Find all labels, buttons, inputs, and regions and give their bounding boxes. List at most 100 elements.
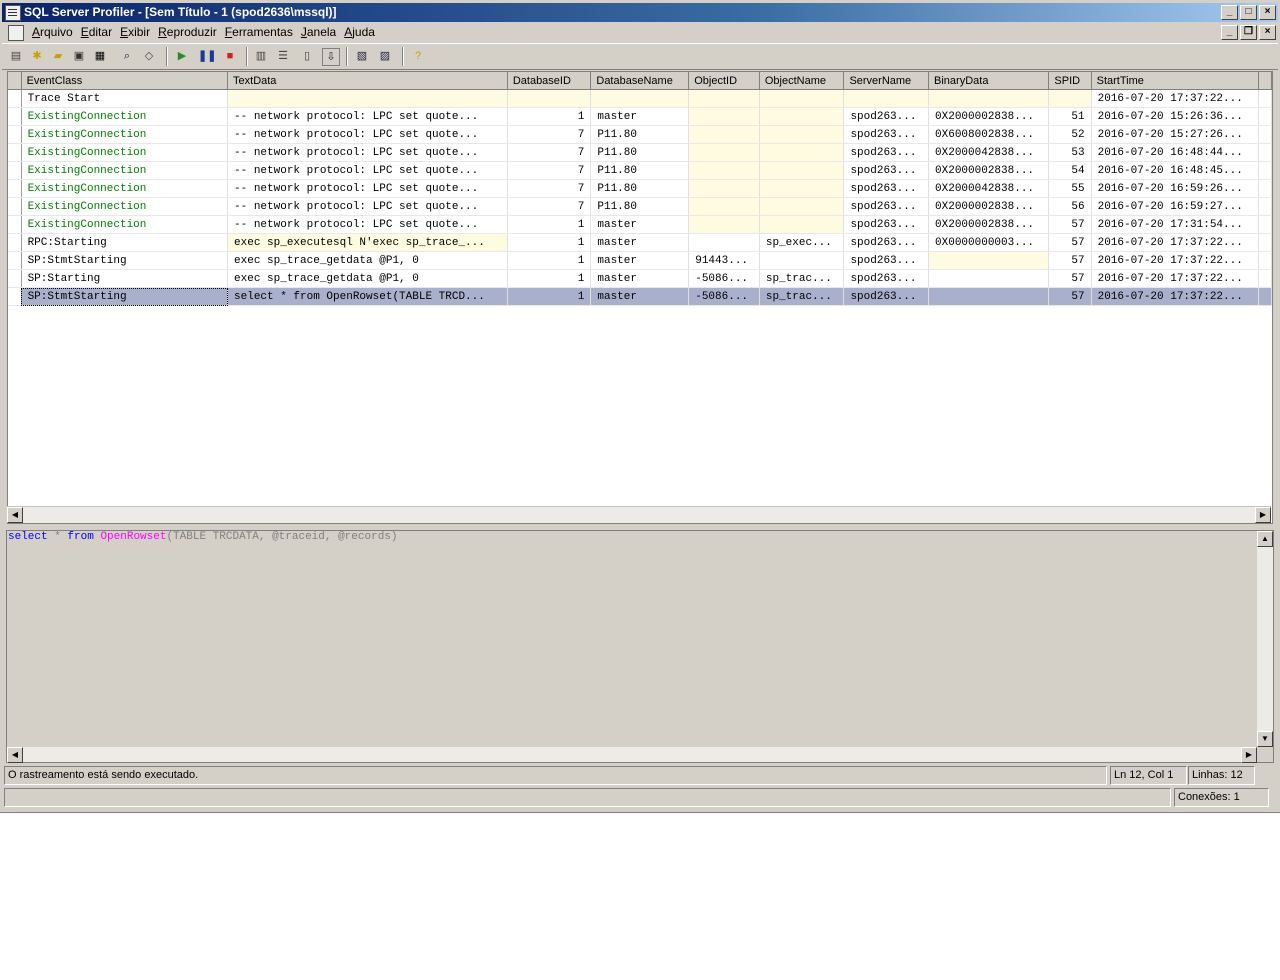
autoscroll-icon[interactable]: ⇩ bbox=[322, 48, 340, 66]
table-row[interactable]: ExistingConnection -- network protocol: L… bbox=[8, 179, 1272, 198]
cell-eventclass: ExistingConnection bbox=[21, 197, 229, 216]
scroll-up-icon[interactable]: ▲ bbox=[1257, 531, 1273, 547]
close-button[interactable]: × bbox=[1259, 5, 1276, 20]
properties-icon[interactable]: ▦ bbox=[92, 48, 108, 64]
table-row[interactable]: SP:StmtStarting select * from OpenRowset(… bbox=[8, 287, 1272, 306]
row-header[interactable] bbox=[8, 197, 22, 216]
table-row[interactable]: ExistingConnection -- network protocol: L… bbox=[8, 215, 1272, 234]
save-icon[interactable]: ▣ bbox=[71, 48, 87, 64]
column-header-objectid[interactable]: ObjectID bbox=[688, 72, 760, 90]
menu-arquivo[interactable]: Arquivo bbox=[30, 25, 79, 40]
cell-filler bbox=[1258, 269, 1272, 288]
cell-servername: spod263... bbox=[843, 251, 930, 270]
cell-textdata: exec sp_trace_getdata @P1, 0 bbox=[227, 269, 508, 288]
stop-icon[interactable]: ■ bbox=[222, 48, 238, 64]
row-header[interactable] bbox=[8, 233, 22, 252]
table-row[interactable]: SP:StmtStarting exec sp_trace_getdata @P1… bbox=[8, 251, 1272, 270]
scroll-down-icon[interactable]: ▼ bbox=[1257, 731, 1273, 747]
events-icon[interactable]: ☰ bbox=[275, 48, 291, 64]
cell-textdata: -- network protocol: LPC set quote... bbox=[227, 179, 508, 198]
cell-servername: spod263... bbox=[843, 215, 930, 234]
cell-binarydata bbox=[928, 89, 1050, 108]
textdata-query: select * from OpenRowset(TABLE TRCDATA, … bbox=[8, 531, 398, 543]
table-row[interactable]: SP:Starting exec sp_trace_getdata @P1, 01… bbox=[8, 269, 1272, 288]
detail-vertical-scrollbar[interactable]: ▲ ▼ bbox=[1257, 531, 1273, 747]
cell-objectname bbox=[759, 107, 845, 126]
detail-scroll-left-icon[interactable]: ◀ bbox=[7, 747, 23, 763]
cell-databaseid: 7 bbox=[507, 143, 592, 162]
table-row[interactable]: RPC:Starting exec sp_executesql N'exec sp… bbox=[8, 233, 1272, 252]
trace-grid[interactable]: EventClass TextData DatabaseID DatabaseName… bbox=[7, 71, 1273, 524]
child-close-button[interactable]: × bbox=[1259, 25, 1276, 40]
column-header-objectname[interactable]: ObjectName bbox=[759, 72, 845, 90]
column-header-databasename[interactable]: DatabaseName bbox=[590, 72, 690, 90]
grid-horizontal-scrollbar[interactable]: ◀ ▶ bbox=[7, 506, 1271, 523]
cell-filler bbox=[1258, 233, 1272, 252]
row-header[interactable] bbox=[8, 215, 22, 234]
perfmon-icon[interactable]: ▨ bbox=[377, 48, 393, 64]
column-header-servername[interactable]: ServerName bbox=[843, 72, 930, 90]
find-icon[interactable]: ⌕ bbox=[119, 48, 135, 64]
cell-starttime: 2016-07-20 17:37:22... bbox=[1091, 269, 1260, 288]
activity-monitor-icon[interactable]: ▧ bbox=[354, 48, 370, 64]
minimize-button[interactable]: _ bbox=[1221, 5, 1238, 20]
run-icon[interactable]: ▶ bbox=[174, 48, 190, 64]
row-header[interactable] bbox=[8, 269, 22, 288]
column-header-databaseid[interactable]: DatabaseID bbox=[507, 72, 592, 90]
table-row[interactable]: Trace Start 2016-07-20 17:37:22... bbox=[8, 89, 1272, 108]
table-row[interactable]: ExistingConnection -- network protocol: L… bbox=[8, 143, 1272, 162]
pause-icon[interactable]: ❚❚ bbox=[198, 48, 216, 64]
row-header[interactable] bbox=[8, 89, 22, 108]
menu-editar[interactable]: Editar bbox=[79, 25, 118, 40]
textdata-detail-pane[interactable]: select * from OpenRowset(TABLE TRCDATA, … bbox=[6, 530, 1274, 763]
row-header[interactable] bbox=[8, 107, 22, 126]
cell-eventclass: ExistingConnection bbox=[21, 143, 229, 162]
child-restore-button[interactable]: ❐ bbox=[1240, 25, 1257, 40]
columns-icon[interactable]: ▥ bbox=[253, 48, 269, 64]
cell-servername: spod263... bbox=[843, 233, 930, 252]
cell-eventclass: SP:StmtStarting bbox=[21, 287, 229, 306]
menu-ferramentas[interactable]: Ferramentas bbox=[223, 25, 299, 40]
cell-databasename: master bbox=[590, 251, 690, 270]
column-header-textdata[interactable]: TextData bbox=[227, 72, 508, 90]
new-trace-icon[interactable]: ▤ bbox=[8, 48, 24, 64]
cell-starttime: 2016-07-20 16:59:26... bbox=[1091, 179, 1260, 198]
cell-textdata: exec sp_trace_getdata @P1, 0 bbox=[227, 251, 508, 270]
cell-textdata: -- network protocol: LPC set quote... bbox=[227, 215, 508, 234]
column-header-binarydata[interactable]: BinaryData bbox=[928, 72, 1050, 90]
open-icon[interactable]: ▰ bbox=[50, 48, 66, 64]
menu-janela[interactable]: Janela bbox=[299, 25, 342, 40]
row-header[interactable] bbox=[8, 161, 22, 180]
detail-horizontal-scrollbar[interactable]: ◀ ▶ bbox=[7, 747, 1257, 763]
document-icon[interactable] bbox=[8, 25, 24, 41]
column-header-eventclass[interactable]: EventClass bbox=[21, 72, 229, 90]
filter-icon[interactable]: ▯ bbox=[299, 48, 315, 64]
column-header-starttime[interactable]: StartTime bbox=[1091, 72, 1260, 90]
menu-exibir[interactable]: Exibir bbox=[118, 25, 156, 40]
scroll-left-icon[interactable]: ◀ bbox=[7, 507, 23, 523]
menu-ajuda[interactable]: Ajuda bbox=[342, 25, 381, 40]
cell-filler bbox=[1258, 161, 1272, 180]
table-row[interactable]: ExistingConnection -- network protocol: L… bbox=[8, 125, 1272, 144]
help-icon[interactable]: ? bbox=[410, 48, 426, 64]
detail-scroll-right-icon[interactable]: ▶ bbox=[1241, 747, 1257, 763]
clear-trace-icon[interactable]: ◇ bbox=[141, 48, 157, 64]
scroll-right-icon[interactable]: ▶ bbox=[1255, 507, 1271, 523]
cursor-position: Ln 12, Col 1 bbox=[1110, 766, 1187, 785]
table-row[interactable]: ExistingConnection -- network protocol: L… bbox=[8, 161, 1272, 180]
menu-bar: Arquivo Editar Exibir Reproduzir Ferramentas… bbox=[2, 23, 1278, 42]
row-header[interactable] bbox=[8, 179, 22, 198]
row-header[interactable] bbox=[8, 143, 22, 162]
row-header[interactable] bbox=[8, 125, 22, 144]
column-header-spid[interactable]: SPID bbox=[1048, 72, 1092, 90]
new-template-icon[interactable]: ✱ bbox=[29, 48, 45, 64]
table-row[interactable]: ExistingConnection -- network protocol: L… bbox=[8, 197, 1272, 216]
maximize-button[interactable]: □ bbox=[1240, 5, 1257, 20]
cell-textdata bbox=[227, 89, 508, 108]
child-minimize-button[interactable]: _ bbox=[1221, 25, 1238, 40]
table-row[interactable]: ExistingConnection -- network protocol: L… bbox=[8, 107, 1272, 126]
row-header-corner bbox=[8, 72, 22, 90]
row-header[interactable] bbox=[8, 287, 22, 306]
row-header[interactable] bbox=[8, 251, 22, 270]
menu-reproduzir[interactable]: Reproduzir bbox=[156, 25, 223, 40]
